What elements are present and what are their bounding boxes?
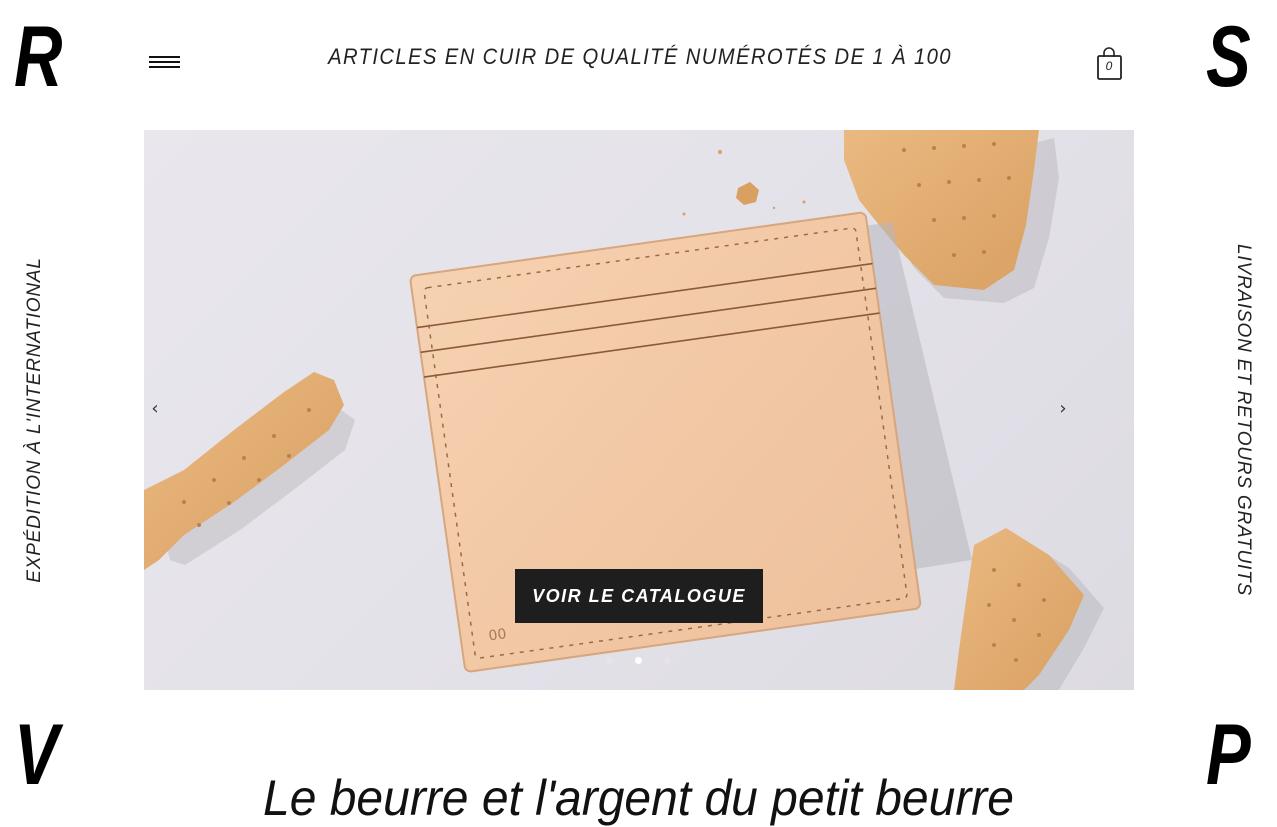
slider-next-button[interactable]: › <box>1053 398 1073 419</box>
shipping-notice: EXPÉDITION À L'INTERNATIONAL <box>24 257 45 583</box>
brand-letter-v: V <box>14 707 59 803</box>
brand-letter-r: R <box>14 9 62 105</box>
view-catalogue-button[interactable]: VOIR LE CATALOGUE <box>515 569 763 623</box>
hero-slider: 00 ‹ › VOIR LE CATALOGUE <box>144 130 1134 690</box>
brand-letter-p: P <box>1206 707 1251 803</box>
menu-line <box>149 56 180 58</box>
header-tagline: ARTICLES EN CUIR DE QUALITÉ NUMÉROTÉS DE… <box>328 44 952 69</box>
biscuit-left <box>144 372 355 570</box>
menu-line <box>149 61 180 63</box>
page-headline: Le beurre et l'argent du petit beurre <box>263 769 1014 826</box>
cart-count: 0 <box>1105 59 1113 73</box>
hamburger-icon[interactable] <box>149 55 180 71</box>
menu-line <box>149 66 180 68</box>
slider-prev-button[interactable]: ‹ <box>145 398 165 419</box>
svg-text:00: 00 <box>488 626 508 644</box>
brand-letter-s: S <box>1206 9 1251 105</box>
slide-dot-3[interactable] <box>664 657 671 664</box>
slide-dot-2[interactable] <box>635 657 642 664</box>
slide-dot-1[interactable] <box>606 657 613 664</box>
cart-button[interactable]: 0 <box>1096 45 1124 81</box>
crumbs <box>682 150 806 216</box>
returns-notice: LIVRAISON ET RETOURS GRATUITS <box>1233 244 1254 596</box>
biscuit-bottom-right <box>954 528 1104 690</box>
